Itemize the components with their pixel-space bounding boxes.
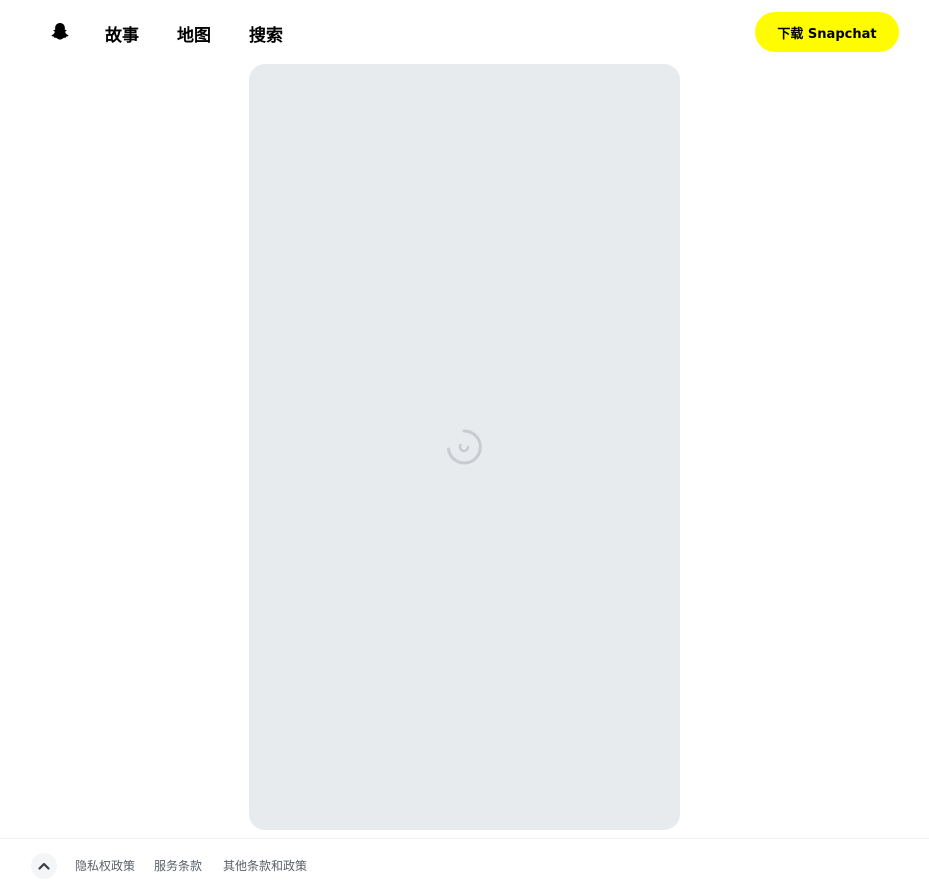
download-snapchat-button[interactable]: 下载 Snapchat <box>755 12 899 52</box>
nav-map[interactable]: 地图 <box>177 24 211 48</box>
chevron-up-icon[interactable] <box>31 853 57 879</box>
terms-of-service-link[interactable]: 服务条款 <box>154 857 202 875</box>
header: 故事 地图 搜索 下载 Snapchat <box>0 0 929 64</box>
loading-spinner-icon <box>444 427 484 467</box>
nav-search[interactable]: 搜索 <box>249 24 283 48</box>
page: 故事 地图 搜索 下载 Snapchat 隐私权政策 服务条款 其他条款和政策 <box>0 0 929 894</box>
other-terms-link[interactable]: 其他条款和政策 <box>223 857 307 875</box>
snapchat-ghost-icon[interactable] <box>48 20 72 44</box>
footer: 隐私权政策 服务条款 其他条款和政策 <box>0 838 929 894</box>
nav-stories[interactable]: 故事 <box>105 24 139 48</box>
privacy-policy-link[interactable]: 隐私权政策 <box>75 857 135 875</box>
story-viewer-card <box>249 64 680 830</box>
